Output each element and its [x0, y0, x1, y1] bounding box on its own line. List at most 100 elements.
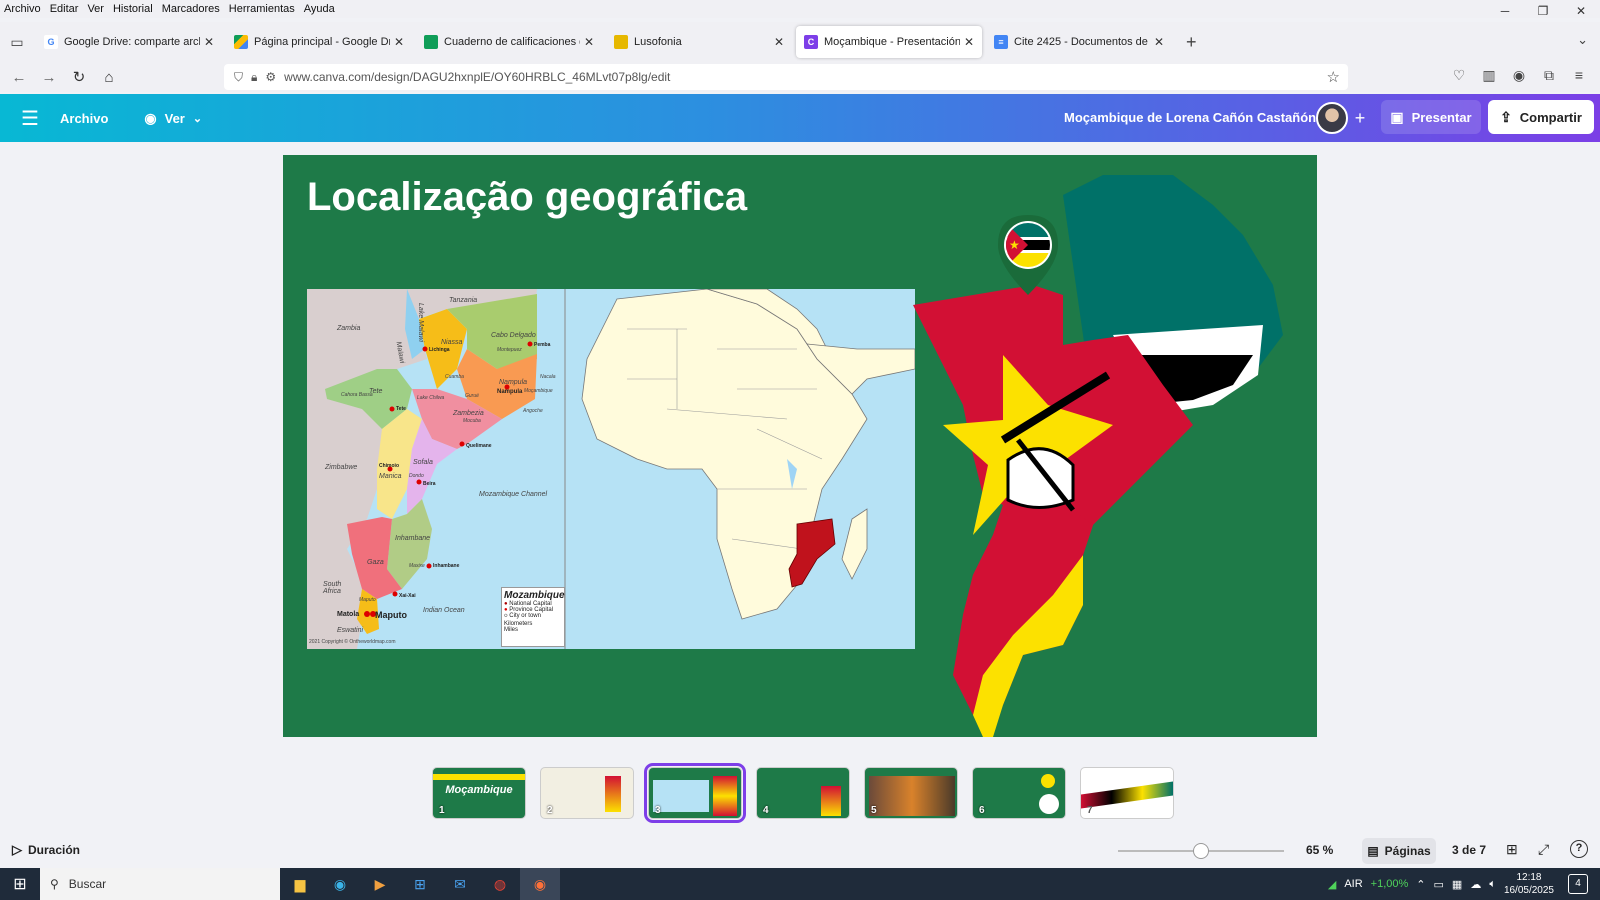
- system-tray: ◢ AIR +1,00% ⌃ ▭ ▦ ☁ 🔈︎ 12:18 16/05/2025…: [1328, 868, 1600, 900]
- tab-google-drive-home[interactable]: Página principal - Google Drive ✕: [226, 26, 412, 58]
- home-icon[interactable]: ⌂: [94, 69, 124, 86]
- map-label: Cahora Bassa: [341, 392, 373, 398]
- pages-button[interactable]: ▤ Páginas: [1362, 838, 1436, 864]
- thumbnail-page-6[interactable]: 6: [972, 767, 1066, 819]
- map-label: Pemba: [534, 342, 551, 348]
- map-image[interactable]: Tanzania Zambia Lake Malawi Malawi Niass…: [307, 289, 915, 649]
- browser-menubar: Archivo Editar Ver Historial Marcadores …: [0, 0, 1600, 18]
- media-player-icon[interactable]: ▶: [360, 868, 400, 900]
- reload-icon[interactable]: ↻: [64, 68, 94, 86]
- taskbar-search[interactable]: ⚲ Buscar: [40, 868, 280, 900]
- account-icon[interactable]: ◉: [1504, 67, 1534, 84]
- map-label: Dondo: [409, 473, 424, 479]
- tab-google-drive-share[interactable]: G Google Drive: comparte archivos ✕: [36, 26, 222, 58]
- share-button[interactable]: ⇪ Compartir: [1488, 100, 1594, 134]
- zoom-slider-handle[interactable]: [1193, 843, 1209, 859]
- thumbnail-page-4[interactable]: 4: [756, 767, 850, 819]
- store-icon[interactable]: ⊞: [400, 868, 440, 900]
- menu-archivo[interactable]: Archivo: [4, 3, 41, 15]
- map-label: Cuamba: [445, 374, 464, 380]
- pocket-icon[interactable]: ♡: [1444, 67, 1474, 84]
- map-label: Montepuez: [497, 347, 522, 353]
- map-label: Indian Ocean: [423, 607, 465, 614]
- stock-change: +1,00%: [1370, 878, 1409, 890]
- close-icon[interactable]: ✕: [204, 35, 214, 49]
- close-icon[interactable]: ✕: [1154, 35, 1164, 49]
- chevron-up-icon[interactable]: ⌃: [1416, 878, 1425, 891]
- reader-icon[interactable]: ▥: [1474, 67, 1504, 84]
- url-bar[interactable]: ⛉ 🔒︎ ⚙ www.canva.com/design/DAGU2hxnplE/…: [224, 64, 1348, 90]
- menu-herramientas[interactable]: Herramientas: [229, 3, 295, 15]
- close-icon[interactable]: ✕: [964, 35, 974, 49]
- thumbnail-page-2[interactable]: 2: [540, 767, 634, 819]
- slide-title[interactable]: Localização geográfica: [307, 175, 747, 220]
- tab-label: Lusofonia: [634, 36, 682, 48]
- menu-editar[interactable]: Editar: [50, 3, 79, 15]
- hamburger-menu-icon[interactable]: ☰: [0, 106, 60, 131]
- windows-start-icon[interactable]: ⊞: [0, 874, 40, 894]
- extensions-icon[interactable]: ⧉: [1534, 67, 1564, 84]
- forward-icon[interactable]: →: [34, 69, 64, 86]
- add-collaborator-icon[interactable]: +: [1348, 106, 1372, 130]
- minimize-icon[interactable]: ─: [1486, 0, 1524, 22]
- close-icon[interactable]: ✕: [774, 35, 784, 49]
- tab-lusofonia[interactable]: Lusofonia ✕: [606, 26, 792, 58]
- maximize-icon[interactable]: ❐: [1524, 0, 1562, 22]
- tab-cite-docs[interactable]: ≡ Cite 2425 - Documentos de Goo ✕: [986, 26, 1172, 58]
- map-label: Niassa: [441, 339, 463, 346]
- back-icon[interactable]: ←: [4, 69, 34, 86]
- map-label: Maputo: [375, 610, 407, 620]
- edge-icon[interactable]: ◉: [320, 868, 360, 900]
- chevron-down-icon[interactable]: ⌄: [1577, 32, 1588, 48]
- zoom-level[interactable]: 65 %: [1306, 843, 1333, 857]
- tab-overview-icon[interactable]: ▭: [2, 34, 32, 51]
- thumbnail-page-7[interactable]: 7: [1080, 767, 1174, 819]
- chrome-icon[interactable]: ◍: [480, 868, 520, 900]
- menu-marcadores[interactable]: Marcadores: [162, 3, 220, 15]
- grid-view-icon[interactable]: ⊞: [1506, 841, 1518, 858]
- toolbar-right: ♡ ▥ ◉ ⧉ ≡: [1444, 67, 1594, 84]
- avatar[interactable]: [1316, 102, 1348, 134]
- present-button[interactable]: ▣ Presentar: [1381, 100, 1481, 134]
- page-count[interactable]: 3 de 7: [1452, 843, 1486, 857]
- slide-canvas[interactable]: Localização geográfica Tanzania Zambia L…: [283, 155, 1317, 737]
- firefox-icon[interactable]: ◉: [520, 868, 560, 900]
- classroom-icon: [424, 35, 438, 49]
- tab-mocambique-presentation[interactable]: C Moçambique - Presentación ✕: [796, 26, 982, 58]
- network-icon[interactable]: ▦: [1452, 878, 1462, 891]
- menu-ayuda[interactable]: Ayuda: [304, 3, 335, 15]
- archivo-menu[interactable]: Archivo: [60, 111, 108, 126]
- battery-icon[interactable]: ▭: [1434, 878, 1444, 891]
- fullscreen-icon[interactable]: ⤢: [1538, 841, 1549, 858]
- menu-historial[interactable]: Historial: [113, 3, 153, 15]
- present-label: Presentar: [1411, 109, 1472, 125]
- clock[interactable]: 12:18 16/05/2025: [1504, 871, 1554, 897]
- map-label: Tanzania: [449, 297, 478, 304]
- menu-icon[interactable]: ≡: [1564, 67, 1594, 84]
- ver-label: Ver: [164, 110, 185, 126]
- document-title[interactable]: Moçambique de Lorena Cañón Castañón: [1064, 110, 1316, 125]
- legend-scale-miles: Miles: [504, 627, 519, 633]
- share-label: Compartir: [1519, 109, 1582, 125]
- close-icon[interactable]: ✕: [394, 35, 404, 49]
- cloud-icon[interactable]: ☁: [1470, 878, 1481, 891]
- share-icon: ⇪: [1500, 108, 1512, 125]
- volume-icon[interactable]: 🔈︎: [1489, 878, 1496, 891]
- menu-ver[interactable]: Ver: [87, 3, 104, 15]
- help-icon[interactable]: ?: [1570, 840, 1588, 858]
- tab-gradebook[interactable]: Cuaderno de calificaciones de 2 ✕: [416, 26, 602, 58]
- file-explorer-icon[interactable]: ▆: [280, 868, 320, 900]
- map-label: Quelimane: [466, 443, 492, 449]
- bookmark-star-icon[interactable]: ☆: [1327, 68, 1340, 86]
- mail-icon[interactable]: ✉: [440, 868, 480, 900]
- ver-menu[interactable]: ◉ Ver ⌄: [144, 110, 202, 127]
- thumbnail-page-1[interactable]: Moçambique 1: [432, 767, 526, 819]
- duration-button[interactable]: ▷ Duración: [12, 842, 80, 858]
- stock-ticker[interactable]: AIR: [1344, 878, 1362, 890]
- close-icon[interactable]: ✕: [584, 35, 594, 49]
- thumbnail-page-5[interactable]: 5: [864, 767, 958, 819]
- notification-center[interactable]: 4: [1568, 874, 1588, 894]
- close-window-icon[interactable]: ✕: [1562, 0, 1600, 22]
- thumbnail-page-3[interactable]: 3: [644, 763, 746, 823]
- new-tab-icon[interactable]: +: [1186, 32, 1197, 53]
